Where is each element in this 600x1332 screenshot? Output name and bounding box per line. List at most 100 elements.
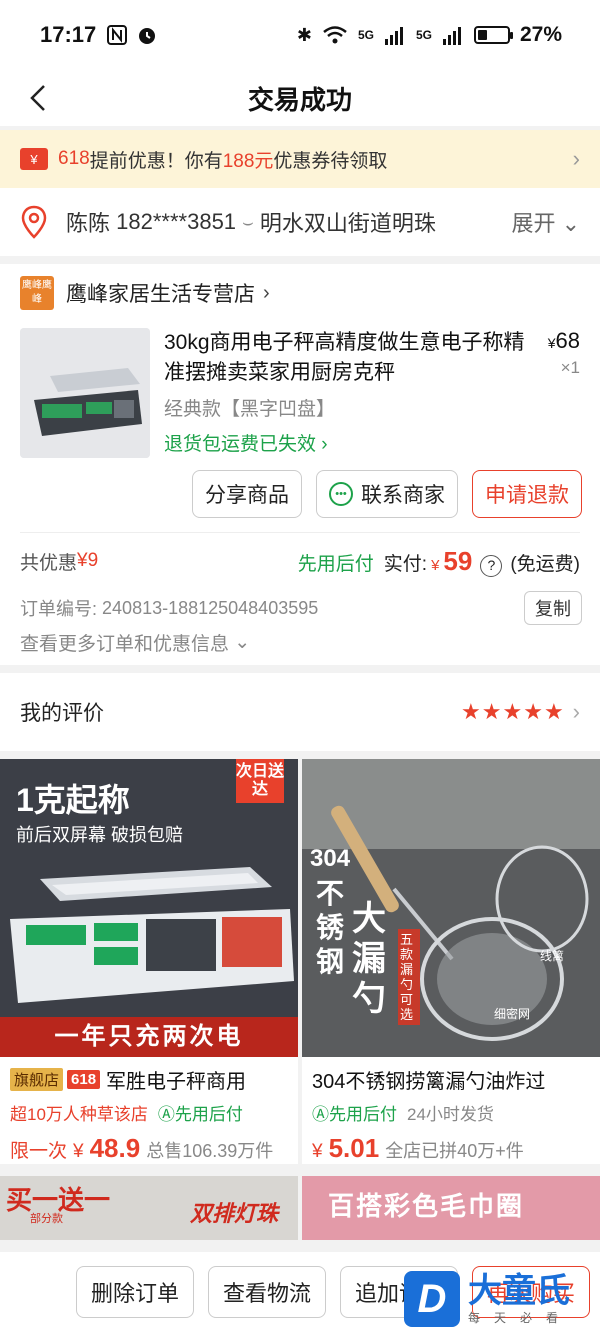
paid-label: 实付: (383, 553, 428, 575)
promo-text-1: 提前优惠！你有 (89, 150, 223, 172)
rec-footer-banner: 一年只充两次电 (0, 1017, 298, 1057)
coupon-icon: ¥ (20, 148, 48, 170)
bluetooth-icon: ✱ (296, 24, 312, 45)
back-arrow-icon[interactable] (22, 80, 58, 116)
chevron-down-icon: ⌄ (234, 631, 251, 653)
wifi-icon (323, 26, 347, 44)
product-image (20, 328, 150, 458)
discount-amount: ¥9 (77, 550, 99, 571)
alarm-icon (139, 28, 156, 44)
recipient-phone: 182****3851 (116, 209, 237, 234)
recommendation-grid: 1克起称 前后双屏幕 破损包赔 次日送达 一年只充两次电 旗舰店 618 军胜电… (0, 759, 600, 1164)
watermark: D 大童氏 每天必看 (404, 1266, 600, 1332)
rec-sold: 总售106.39万件 (146, 1141, 274, 1161)
pay-later-label: 先用后付 (297, 553, 374, 575)
scale-illustration (10, 867, 294, 1003)
chevron-right-icon: › (572, 699, 580, 724)
rec-img-label-1: 线篱 (539, 949, 564, 963)
recommendation-card[interactable]: 百搭彩色毛巾圈 (302, 1176, 600, 1240)
rec-price-label: 限一次 (10, 1141, 68, 1162)
rec-next-sub: 部分款 (30, 1213, 63, 1225)
order-number-row: 订单编号: 240813-188125048403595 复制 (0, 589, 600, 627)
strainer-illustration (331, 805, 589, 1041)
contact-seller-button[interactable]: ••• 联系商家 (316, 470, 458, 518)
product-spec: 经典款【黑字凹盘】 (164, 399, 336, 420)
address-expand[interactable]: 展开 ⌄ (505, 206, 580, 238)
battery-icon (473, 26, 513, 44)
rec-price: 5.01 (328, 1133, 380, 1163)
flagship-badge: 旗舰店 (10, 1068, 64, 1091)
product-price: ¥68 (547, 328, 580, 353)
rec-shipping: 24小时发货 (407, 1105, 494, 1124)
signal-5g-icon: 5G (357, 28, 374, 42)
coupon-banner[interactable]: ¥ 618 提前优惠！你有 188元 优惠券待领取 › (0, 130, 600, 188)
status-bar: 17:17 ✱ 5G 5G 27% (0, 0, 600, 70)
promo-amount: 188元 (222, 150, 274, 172)
recommendation-card[interactable]: 304 不锈钢 大漏勺 五款漏勺可选 线篱 细密网 304不锈钢捞篱漏勺油炸过 … (302, 759, 600, 1164)
page-title: 交易成功 (247, 84, 352, 115)
rec-pay-later: Ⓐ先用后付 (157, 1105, 243, 1124)
shipping-note: (免运费) (510, 553, 580, 575)
product-item[interactable]: 30kg商用电子秤高精度做生意电子称精准摆摊卖菜家用厨房克秤 经典款【黑字凹盘】… (0, 322, 600, 462)
recommendation-card[interactable]: 1克起称 前后双屏幕 破损包赔 次日送达 一年只充两次电 旗舰店 618 军胜电… (0, 759, 298, 1164)
chat-icon: ••• (329, 482, 353, 506)
rec-sold: 全店已拼40万+件 (385, 1141, 524, 1161)
order-card: 鹰峰鹰峰 鹰峰家居生活专营店 › 30kg商用电子秤高精度做生意电子称精准摆摊卖… (0, 264, 600, 665)
promo-text-2: 优惠券待领取 (273, 150, 388, 172)
store-row[interactable]: 鹰峰鹰峰 鹰峰家居生活专营店 › (0, 264, 600, 322)
rec-highlight: 超10万人种草该店 (10, 1105, 148, 1124)
rec-currency: ¥ (312, 1141, 323, 1162)
shipping-address[interactable]: 陈陈 182****3851 ⌣ 明水双山街道明珠 展开 ⌄ (0, 188, 600, 256)
watermark-logo: D (404, 1271, 460, 1327)
recipient-name: 陈陈 (66, 211, 111, 236)
watermark-tagline: 每天必看 (468, 1310, 573, 1325)
rec-next-banner: 百搭彩色毛巾圈 (328, 1191, 525, 1221)
help-icon[interactable]: ? (480, 554, 503, 577)
order-totals: 共优惠 ¥9 先用后付 实付: ¥ 59 ? (免运费) (0, 533, 600, 589)
rec-price: 48.9 (89, 1133, 141, 1163)
watermark-title: 大童氏 (468, 1271, 570, 1310)
store-logo: 鹰峰鹰峰 (20, 276, 54, 310)
delete-order-button[interactable]: 删除订单 (75, 1266, 194, 1318)
recommendation-image: 1克起称 前后双屏幕 破损包赔 次日送达 一年只充两次电 (0, 759, 298, 1057)
promo-618: 618 (58, 148, 90, 169)
product-actions: 分享商品 ••• 联系商家 申请退款 (0, 462, 600, 532)
rec-title: 军胜电子秤商用 (106, 1071, 247, 1093)
view-logistics-button[interactable]: 查看物流 (207, 1266, 326, 1318)
nfc-icon (107, 25, 128, 45)
chevron-right-icon: › (572, 146, 580, 171)
recommendation-card[interactable]: 买一送一 部分款 双排灯珠 (0, 1176, 298, 1240)
rec-img-label-2: 细密网 (493, 1007, 530, 1021)
product-qty: ×1 (560, 358, 580, 377)
request-refund-button[interactable]: 申请退款 (472, 470, 582, 518)
rec-title: 304不锈钢捞篱漏勺油炸过 (312, 1071, 546, 1093)
recommendation-image: 304 不锈钢 大漏勺 五款漏勺可选 线篱 细密网 (302, 759, 600, 1057)
nav-header: 交易成功 (0, 70, 600, 126)
rating-stars: ★★★★★ (461, 699, 565, 724)
signal-5g-icon-2: 5G (415, 28, 432, 42)
copy-button[interactable]: 复制 (524, 591, 582, 625)
rec-pay-later: Ⓐ先用后付 (312, 1105, 397, 1124)
return-shipping-note[interactable]: 退货包运费已失效 › (164, 429, 530, 456)
eye-closed-icon[interactable]: ⌣ (242, 212, 254, 233)
store-name: 鹰峰家居生活专营店 (66, 283, 255, 306)
discount-label: 共优惠 (20, 552, 78, 574)
rec-next-badge: 双排灯珠 (189, 1201, 278, 1226)
my-review-row[interactable]: 我的评价 ★★★★★ › (0, 673, 600, 751)
paid-amount: 59 (443, 545, 473, 576)
review-label: 我的评价 (20, 702, 104, 725)
rec-currency: ¥ (73, 1141, 84, 1162)
signal-bars-icon-2 (442, 27, 461, 45)
recommendation-grid-next: 买一送一 部分款 双排灯珠 百搭彩色毛巾圈 (0, 1176, 600, 1240)
chevron-right-icon: › (263, 281, 270, 304)
product-name: 30kg商用电子秤高精度做生意电子称精准摆摊卖菜家用厨房克秤 (164, 331, 525, 384)
address-detail: 明水双山街道明珠 (259, 211, 436, 236)
badge-618: 618 (67, 1070, 101, 1089)
battery-percent: 27% (519, 23, 562, 46)
location-pin-icon (21, 205, 47, 239)
order-number-label: 订单编号: (20, 599, 98, 619)
paid-currency: ¥ (431, 556, 440, 574)
order-number: 240813-188125048403595 (102, 597, 319, 618)
share-product-button[interactable]: 分享商品 (192, 470, 302, 518)
more-order-info[interactable]: 查看更多订单和优惠信息 ⌄ (0, 627, 600, 665)
